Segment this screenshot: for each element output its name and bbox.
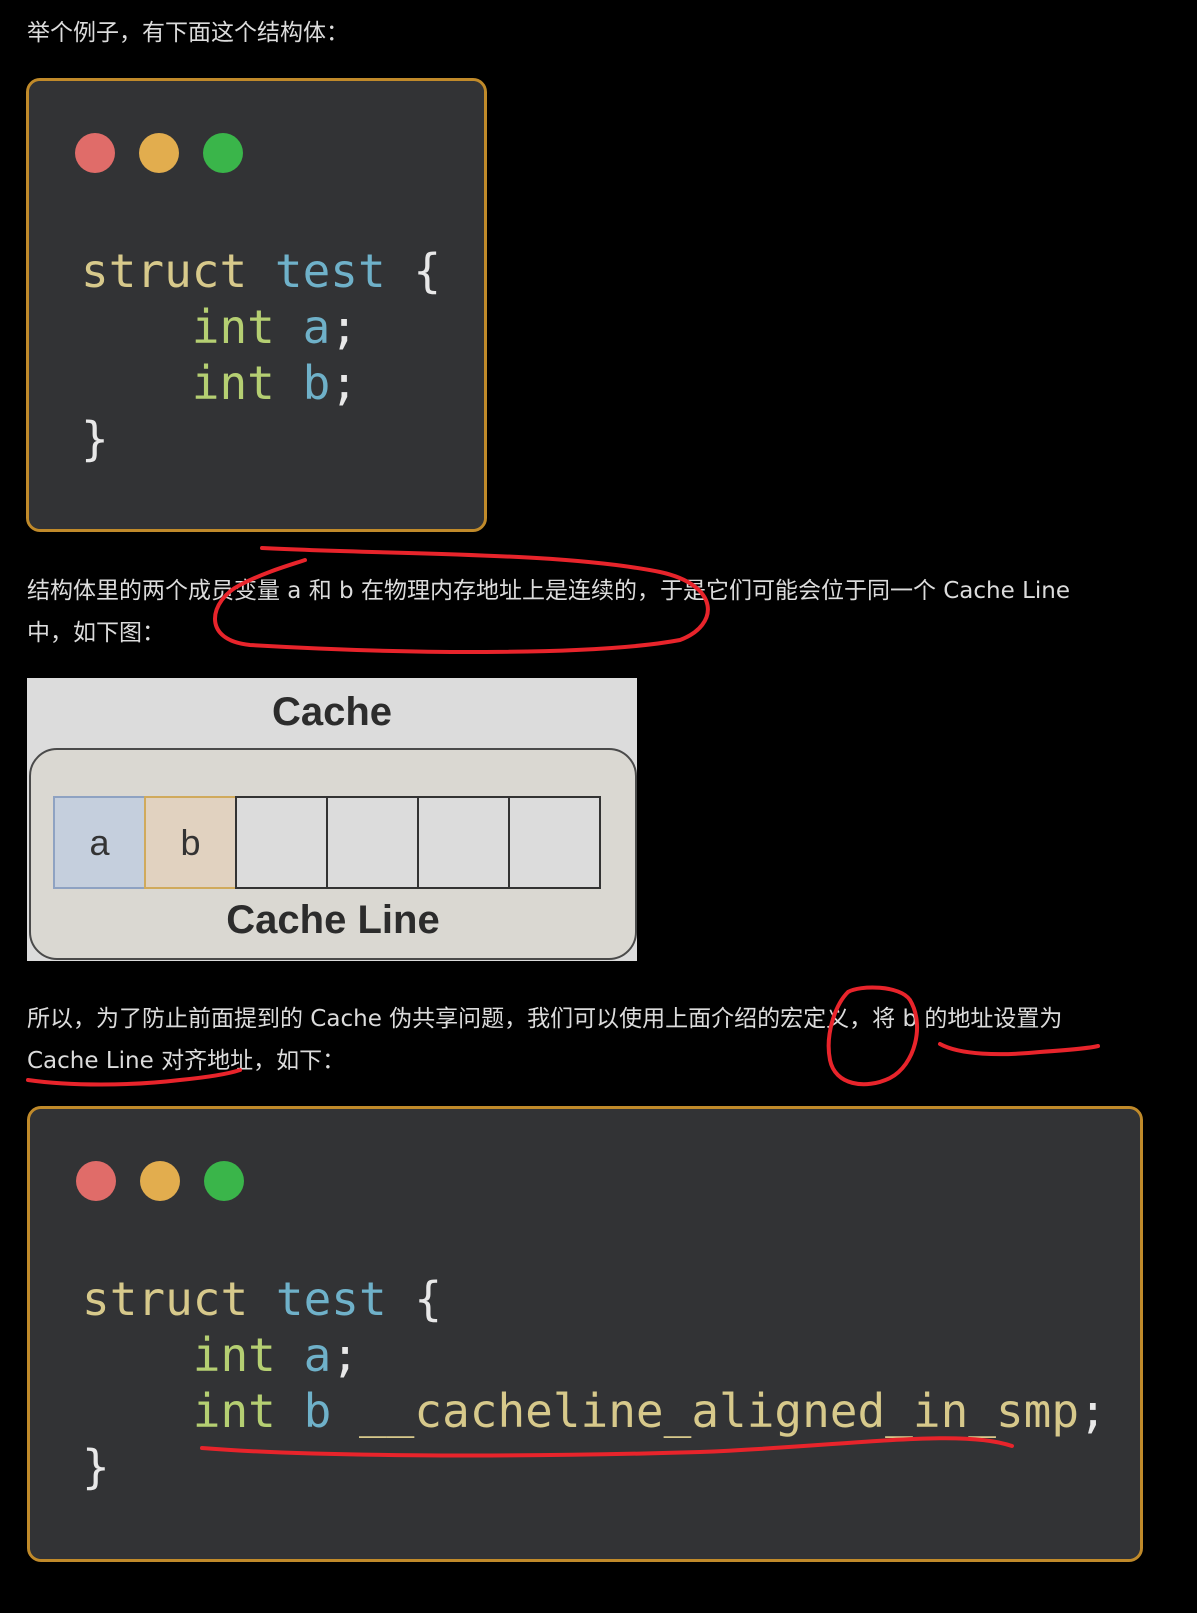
cache-cell-a: a (53, 796, 146, 889)
cache-line-cells: a b (53, 796, 601, 889)
brace: { (413, 244, 442, 298)
cache-cell-empty (235, 796, 328, 889)
paragraph-2-line-2: 中，如下图： (27, 620, 165, 646)
minimize-dot-icon (139, 133, 179, 173)
type: int (192, 1384, 276, 1438)
closing-brace: } (82, 1440, 110, 1494)
closing-brace: } (81, 412, 109, 466)
code-window-2: struct test { int a; int b __cacheline_a… (27, 1106, 1143, 1562)
paragraph-3-line-2: Cache Line 对齐地址，如下： (27, 1048, 346, 1074)
cache-cell-empty (508, 796, 601, 889)
keyword: struct (82, 1272, 249, 1326)
alignment-macro: __cacheline_aligned_in_smp (358, 1384, 1080, 1438)
var-name: a (303, 1328, 332, 1382)
semicolon: ; (330, 300, 358, 354)
type: int (191, 356, 275, 410)
var-name: b (303, 1384, 332, 1438)
code-block-1: struct test { int a; int b; } (81, 243, 441, 467)
type: int (191, 300, 275, 354)
cache-diagram: Cache a b Cache Line (27, 678, 637, 961)
cache-cell-empty (326, 796, 419, 889)
var-name: b (302, 356, 331, 410)
code-block-2: struct test { int a; int b __cacheline_a… (82, 1271, 1107, 1495)
cache-line-label: Cache Line (226, 898, 440, 942)
var-name: a (302, 300, 331, 354)
keyword: struct (81, 244, 248, 298)
cache-container: a b Cache Line (29, 748, 637, 960)
cache-cell-empty (417, 796, 510, 889)
minimize-dot-icon (140, 1161, 180, 1201)
code-line: int a; (82, 1328, 359, 1382)
code-line: struct test { (81, 244, 441, 298)
code-line: struct test { (82, 1272, 442, 1326)
code-window-1: struct test { int a; int b; } (26, 78, 487, 532)
struct-name: test (275, 1272, 387, 1326)
semicolon: ; (330, 356, 358, 410)
brace: { (414, 1272, 443, 1326)
code-line: int b; (81, 356, 358, 410)
maximize-dot-icon (203, 133, 243, 173)
intro-text: 举个例子，有下面这个结构体： (27, 20, 349, 46)
struct-name: test (274, 244, 386, 298)
maximize-dot-icon (204, 1161, 244, 1201)
window-controls (76, 1161, 244, 1201)
window-controls (75, 133, 243, 173)
code-line: int a; (81, 300, 358, 354)
annotation-underline-address (938, 1042, 1100, 1057)
close-dot-icon (75, 133, 115, 173)
cache-title: Cache (271, 690, 393, 734)
cache-cell-b: b (144, 796, 237, 889)
paragraph-3-line-1: 所以，为了防止前面提到的 Cache 伪共享问题，我们可以使用上面介绍的宏定义，… (27, 1006, 1063, 1032)
semicolon: ; (1079, 1384, 1107, 1438)
close-dot-icon (76, 1161, 116, 1201)
code-line: int b __cacheline_aligned_in_smp; (82, 1384, 1107, 1438)
type: int (192, 1328, 276, 1382)
paragraph-2-line-1: 结构体里的两个成员变量 a 和 b 在物理内存地址上是连续的，于是它们可能会位于… (27, 578, 1071, 604)
semicolon: ; (331, 1328, 359, 1382)
